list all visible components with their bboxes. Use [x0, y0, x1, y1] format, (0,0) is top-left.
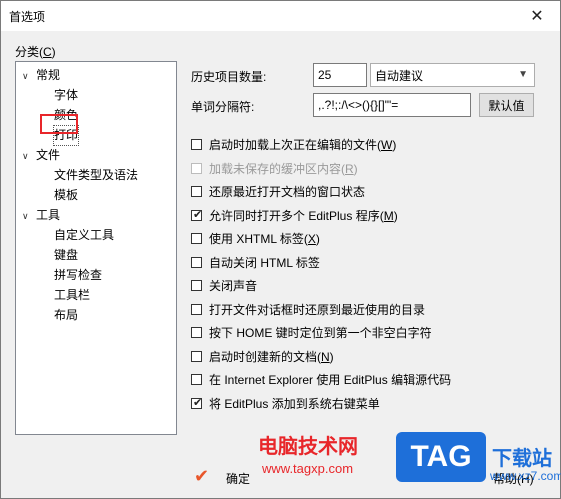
checkbox[interactable] — [191, 138, 202, 150]
chevron-down-icon: ▼ — [518, 69, 528, 80]
option-checkbox-row[interactable]: 使用 XHTML 标签(X) — [191, 229, 320, 247]
option-label: 打开文件对话框时还原到最近使用的目录 — [209, 302, 426, 317]
tree-item[interactable]: 自定义工具 — [54, 226, 114, 245]
preferences-dialog: 首选项 ✕ 分类(C) ∨ 常规 字体 颜色 打印 ∨ 文件 文件类型及语法 模板 ∨ 工具 自定义工… — [0, 0, 561, 499]
checkbox[interactable] — [191, 279, 202, 291]
tree-item[interactable]: ∨ 工具 — [22, 206, 60, 225]
option-checkbox-row: 加载未保存的缓冲区内容(R) — [191, 159, 358, 177]
tree-item[interactable]: 字体 — [54, 86, 78, 105]
option-checkbox-row[interactable]: 启动时创建新的文档(N) — [191, 347, 334, 365]
option-checkbox-row[interactable]: 关闭声音 — [191, 276, 257, 294]
option-label: 还原最近打开文档的窗口状态 — [209, 184, 366, 199]
option-label: 允许同时打开多个 EditPlus 程序(M) — [209, 208, 398, 223]
tree-item[interactable]: 键盘 — [54, 246, 78, 265]
option-label: 在 Internet Explorer 使用 EditPlus 编辑源代码 — [209, 372, 452, 387]
history-count-label: 历史项目数量: — [191, 70, 267, 84]
tree-item-label: 拼写检查 — [54, 268, 103, 282]
option-label: 启动时创建新的文档(N) — [209, 349, 334, 364]
option-label: 按下 HOME 键时定位到第一个非空白字符 — [209, 325, 432, 340]
checkbox[interactable] — [191, 185, 202, 197]
tree-item-label: 模板 — [54, 188, 79, 202]
option-checkbox-row[interactable]: 还原最近打开文档的窗口状态 — [191, 182, 365, 200]
tree-item[interactable]: 文件类型及语法 — [54, 166, 138, 185]
checkmark-icon: ✔ — [193, 208, 203, 221]
tree-item[interactable]: 布局 — [54, 306, 78, 325]
option-label: 加载未保存的缓冲区内容(R) — [209, 161, 358, 176]
option-label: 使用 XHTML 标签(X) — [209, 231, 320, 246]
option-checkbox-row[interactable]: 打开文件对话框时还原到最近使用的目录 — [191, 300, 425, 318]
tree-item-label: 字体 — [54, 88, 79, 102]
chevron-down-icon[interactable]: ∨ — [22, 147, 36, 166]
tree-item[interactable]: ∨ 常规 — [22, 66, 60, 85]
history-mode-select[interactable]: 自动建议 ▼ — [370, 63, 535, 87]
option-label: 将 EditPlus 添加到系统右键菜单 — [209, 396, 380, 411]
checkmark-icon: ✔ — [194, 466, 210, 486]
annotation-highlight-box — [40, 114, 78, 134]
checkbox[interactable] — [191, 256, 202, 268]
tree-item[interactable]: 拼写检查 — [54, 266, 102, 285]
help-button[interactable]: 帮助(H) — [493, 470, 534, 487]
tree-item-label: 布局 — [54, 308, 79, 322]
tree-item-label: 文件类型及语法 — [54, 168, 139, 182]
checkbox — [191, 162, 202, 174]
dialog-footer: ✔ 确定 帮助(H) — [1, 456, 560, 498]
checkbox[interactable] — [191, 303, 202, 315]
checkbox[interactable] — [191, 373, 202, 385]
chevron-down-icon[interactable]: ∨ — [22, 207, 36, 226]
option-checkbox-row[interactable]: 按下 HOME 键时定位到第一个非空白字符 — [191, 323, 432, 341]
checkbox[interactable] — [191, 232, 202, 244]
option-label: 启动时加载上次正在编辑的文件(W) — [209, 137, 397, 152]
default-value-button[interactable]: 默认值 — [479, 93, 534, 117]
history-count-input[interactable]: 25 — [313, 63, 367, 87]
tree-item-label: 工具 — [36, 208, 61, 222]
tree-item[interactable]: 工具栏 — [54, 286, 90, 305]
option-checkbox-row[interactable]: ✔ 允许同时打开多个 EditPlus 程序(M) — [191, 206, 398, 224]
tree-item-label: 键盘 — [54, 248, 79, 262]
option-checkbox-row[interactable]: 自动关闭 HTML 标签 — [191, 253, 320, 271]
checkbox[interactable]: ✔ — [191, 396, 203, 409]
option-checkbox-row[interactable]: ✔ 将 EditPlus 添加到系统右键菜单 — [191, 394, 380, 412]
option-label: 自动关闭 HTML 标签 — [209, 255, 320, 270]
tree-item-label: 常规 — [36, 68, 61, 82]
chevron-down-icon[interactable]: ∨ — [22, 67, 36, 86]
tree-item-label: 自定义工具 — [54, 228, 115, 242]
checkbox[interactable]: ✔ — [191, 208, 203, 221]
checkbox[interactable] — [191, 350, 202, 362]
tree-item-label: 工具栏 — [54, 288, 91, 302]
close-button[interactable]: ✕ — [514, 1, 560, 31]
checkbox[interactable] — [191, 326, 202, 338]
close-icon: ✕ — [530, 8, 544, 25]
option-checkbox-row[interactable]: 启动时加载上次正在编辑的文件(W) — [191, 135, 396, 153]
checkmark-icon: ✔ — [193, 396, 203, 409]
tree-item[interactable]: ∨ 文件 — [22, 146, 60, 165]
word-separator-label: 单词分隔符: — [191, 100, 255, 114]
category-label: 分类(C) — [15, 45, 56, 59]
window-title: 首选项 — [9, 10, 46, 24]
word-separator-input[interactable]: ,.?!;:/\<>(){}[]"'= — [313, 93, 471, 117]
tree-item-label: 文件 — [36, 148, 61, 162]
ok-button[interactable]: 确定 — [226, 470, 250, 487]
option-label: 关闭声音 — [209, 278, 258, 293]
title-bar: 首选项 ✕ — [1, 1, 560, 31]
option-checkbox-row[interactable]: 在 Internet Explorer 使用 EditPlus 编辑源代码 — [191, 370, 451, 388]
tree-item[interactable]: 模板 — [54, 186, 78, 205]
